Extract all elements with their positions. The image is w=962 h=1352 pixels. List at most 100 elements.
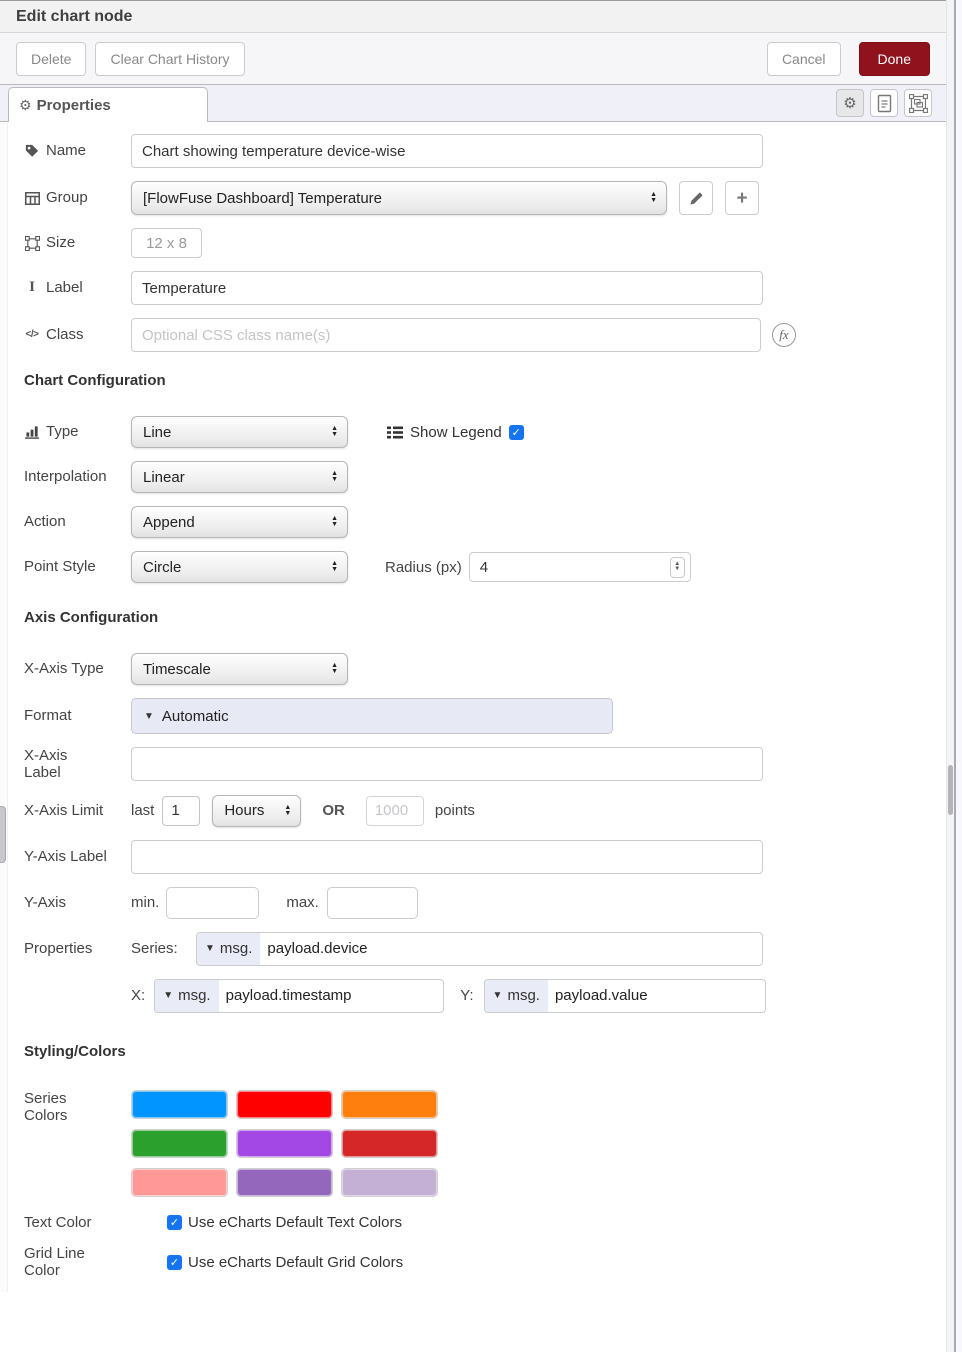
tab-properties[interactable]: ⚙ Properties xyxy=(8,87,208,122)
x-property-typed-input[interactable]: ▼ msg. payload.timestamp xyxy=(154,979,444,1013)
axis-configuration-heading: Axis Configuration xyxy=(24,609,946,626)
add-group-button[interactable]: + xyxy=(725,181,759,215)
name-row: Name xyxy=(24,134,946,168)
msg-type-chip[interactable]: ▼ msg. xyxy=(155,980,218,1012)
series-colors-label: Series Colors xyxy=(24,1090,131,1125)
y-axis-label-row: Y-Axis Label xyxy=(24,840,946,874)
series-property-row: Properties Series: ▼ msg. payload.device xyxy=(24,932,946,966)
series-color-swatch-3[interactable] xyxy=(341,1090,438,1119)
size-button[interactable]: 12 x 8 xyxy=(131,228,202,258)
y-axis-row: Y-Axis min. max. xyxy=(24,887,946,919)
series-color-swatch-4[interactable] xyxy=(131,1129,228,1158)
series-color-swatch-7[interactable] xyxy=(131,1168,228,1197)
format-dropdown-value: Automatic xyxy=(162,708,229,725)
resize-icon xyxy=(24,236,40,251)
fx-icon: fx xyxy=(772,323,796,347)
series-colors-row: Series Colors xyxy=(24,1090,946,1197)
dialog-header: Edit chart node xyxy=(0,0,946,33)
interpolation-select[interactable]: Linear ▲▼ xyxy=(131,461,348,493)
size-label: Size xyxy=(24,234,131,251)
select-arrows-icon: ▲▼ xyxy=(323,471,338,483)
y-axis-label: Y-Axis xyxy=(24,894,131,911)
select-arrows-icon: ▲▼ xyxy=(276,805,291,817)
tab-icon-buttons: ⚙ xyxy=(836,89,932,117)
x-axis-label-input[interactable] xyxy=(131,747,763,781)
type-select-value: Line xyxy=(143,424,171,441)
y-min-input[interactable] xyxy=(166,887,259,919)
select-arrows-icon: ▲▼ xyxy=(323,516,338,528)
styling-colors-heading: Styling/Colors xyxy=(24,1043,946,1060)
x-property-text: X: xyxy=(131,987,145,1004)
done-button[interactable]: Done xyxy=(859,42,930,76)
text-color-checkbox-label: Use eCharts Default Text Colors xyxy=(188,1214,402,1231)
tag-icon xyxy=(24,144,40,158)
class-row: </> Class fx xyxy=(24,318,946,352)
size-row: Size 12 x 8 xyxy=(24,228,946,258)
series-text: Series: xyxy=(131,940,196,957)
x-axis-type-select[interactable]: Timescale ▲▼ xyxy=(131,653,348,685)
y-property-typed-input[interactable]: ▼ msg. payload.value xyxy=(484,979,766,1013)
points-text: points xyxy=(435,802,475,819)
show-legend-group: Show Legend ✓ xyxy=(387,424,524,441)
x-limit-points-input[interactable] xyxy=(366,796,424,826)
x-axis-type-select-value: Timescale xyxy=(143,661,211,678)
name-input[interactable] xyxy=(131,134,763,168)
series-color-swatch-2[interactable] xyxy=(236,1090,333,1119)
label-input[interactable] xyxy=(131,271,763,305)
action-label: Action xyxy=(24,513,131,530)
text-color-checkbox[interactable]: ✓ xyxy=(167,1215,182,1230)
point-style-select[interactable]: Circle ▲▼ xyxy=(131,551,348,583)
group-select[interactable]: [FlowFuse Dashboard] Temperature ▲▼ xyxy=(131,181,667,215)
series-color-swatch-8[interactable] xyxy=(236,1168,333,1197)
number-stepper-icon[interactable]: ▲▼ xyxy=(670,557,685,578)
format-dropdown[interactable]: ▼ Automatic xyxy=(131,698,613,734)
scrollbar-thumb[interactable] xyxy=(948,765,953,815)
series-typed-input[interactable]: ▼ msg. payload.device xyxy=(196,932,763,966)
radius-input[interactable]: 4 ▲▼ xyxy=(469,552,691,582)
show-legend-checkbox[interactable]: ✓ xyxy=(509,425,524,440)
grid-color-label: Grid Line Color xyxy=(24,1245,131,1280)
x-limit-value-input[interactable] xyxy=(162,796,200,826)
tab-bar: ⚙ Properties ⚙ xyxy=(0,85,946,122)
scrollbar-track[interactable] xyxy=(947,0,954,1352)
last-text: last xyxy=(131,802,154,819)
x-axis-type-row: X-Axis Type Timescale ▲▼ xyxy=(24,653,946,685)
grid-color-checkbox[interactable]: ✓ xyxy=(167,1255,182,1270)
or-text: OR xyxy=(322,802,345,819)
gear-icon: ⚙ xyxy=(843,94,856,112)
series-color-swatch-9[interactable] xyxy=(341,1168,438,1197)
text-color-row: Text Color ✓ Use eCharts Default Text Co… xyxy=(24,1214,946,1231)
x-limit-unit-select[interactable]: Hours ▲▼ xyxy=(212,795,301,827)
radius-value: 4 xyxy=(480,559,670,576)
tray-resize-handle[interactable] xyxy=(0,806,6,863)
radius-label: Radius (px) xyxy=(385,559,462,576)
class-input[interactable] xyxy=(131,318,761,352)
properties-label: Properties xyxy=(24,940,131,957)
x-limit-unit-value: Hours xyxy=(224,802,264,819)
series-color-swatch-1[interactable] xyxy=(131,1090,228,1119)
scrollbar-rail xyxy=(946,0,962,1352)
dialog-title: Edit chart node xyxy=(16,8,132,26)
msg-type-chip[interactable]: ▼ msg. xyxy=(485,980,548,1012)
caret-down-icon: ▼ xyxy=(163,990,173,1001)
edit-group-button[interactable] xyxy=(679,181,713,215)
action-select[interactable]: Append ▲▼ xyxy=(131,506,348,538)
node-settings-button[interactable]: ⚙ xyxy=(836,89,864,117)
caret-down-icon: ▼ xyxy=(205,943,215,954)
delete-button[interactable]: Delete xyxy=(16,42,86,76)
y-max-input[interactable] xyxy=(327,887,418,919)
series-color-swatch-6[interactable] xyxy=(341,1129,438,1158)
msg-type-chip[interactable]: ▼ msg. xyxy=(197,933,260,965)
x-property-value: payload.timestamp xyxy=(219,980,352,1012)
node-description-button[interactable] xyxy=(870,89,898,117)
type-select[interactable]: Line ▲▼ xyxy=(131,416,348,448)
pencil-icon xyxy=(689,191,704,206)
cancel-button[interactable]: Cancel xyxy=(767,42,841,76)
series-color-swatch-5[interactable] xyxy=(236,1129,333,1158)
type-label: Type xyxy=(24,423,131,440)
clear-chart-history-button[interactable]: Clear Chart History xyxy=(95,42,244,76)
y-axis-label-input[interactable] xyxy=(131,840,763,874)
interpolation-select-value: Linear xyxy=(143,469,185,486)
select-arrows-icon: ▲▼ xyxy=(642,192,657,204)
node-appearance-button[interactable] xyxy=(904,89,932,117)
